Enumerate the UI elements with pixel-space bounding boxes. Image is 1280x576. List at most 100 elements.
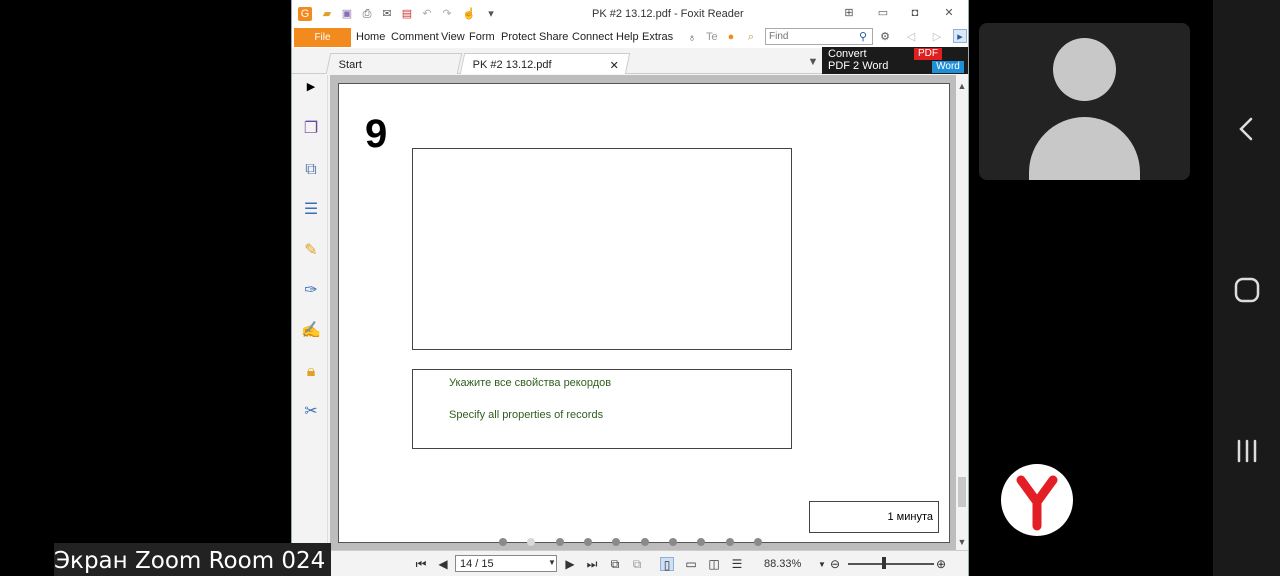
- menu-bar: File Home Comment View Form Protect Shar…: [292, 28, 968, 48]
- title-bar: G ▰ ▣ ⎙ ✉ ▤ ↶ ↷ ☝ ▾ PK #2 13.12.pdf - Fo…: [292, 0, 968, 28]
- print-icon[interactable]: ⎙: [360, 7, 374, 21]
- create-pdf-icon[interactable]: ▤: [400, 7, 414, 21]
- menu-connect[interactable]: Connect: [572, 31, 613, 43]
- menu-share[interactable]: Share: [539, 31, 568, 43]
- ribbon-options-icon[interactable]: ⊞: [842, 6, 856, 20]
- zoom-slider[interactable]: [848, 563, 934, 565]
- menu-comment[interactable]: Comment: [391, 31, 439, 43]
- restore-button[interactable]: ◘: [908, 6, 922, 20]
- navigation-pane: ▶ ❐ ⧉ ☰ ✎ ✑ ✍ 🔒︎ ✂: [292, 75, 328, 550]
- first-page-icon[interactable]: ⏮: [414, 557, 428, 571]
- zoom-in-icon[interactable]: ⊕: [934, 557, 948, 571]
- minimize-button[interactable]: ▭: [876, 6, 890, 20]
- expand-pane-icon[interactable]: ▶: [301, 77, 321, 97]
- customize-toolbar-icon[interactable]: ▾: [484, 7, 498, 21]
- bookmarks-icon[interactable]: ❐: [301, 119, 321, 139]
- scroll-down-icon[interactable]: ▼: [955, 535, 969, 549]
- convert-ad-line1: Convert: [828, 48, 867, 60]
- menu-protect[interactable]: Protect: [501, 31, 536, 43]
- tab-close-icon[interactable]: ✕: [609, 59, 618, 72]
- vertical-scrollbar[interactable]: ▲ ▼: [956, 75, 968, 550]
- comments-icon[interactable]: ✎: [301, 241, 321, 261]
- tab-list-dropdown-icon[interactable]: ▼: [806, 55, 820, 69]
- page-indicator-dot[interactable]: [669, 538, 677, 546]
- previous-view-icon[interactable]: ⧉: [608, 557, 622, 571]
- tab-document[interactable]: PK #2 13.12.pdf ✕: [459, 53, 631, 74]
- page-indicator-dot[interactable]: [754, 538, 762, 546]
- search-settings-icon[interactable]: ⚙: [878, 30, 892, 44]
- page-indicator-dot[interactable]: [641, 538, 649, 546]
- page-indicator-dot-active[interactable]: [527, 538, 535, 546]
- page-number-input[interactable]: [455, 555, 557, 572]
- file-menu-button[interactable]: File: [294, 28, 351, 47]
- previous-page-icon[interactable]: ◀: [436, 557, 450, 571]
- zoom-level[interactable]: 88.33%: [764, 558, 801, 570]
- security-lock-icon[interactable]: 🔒︎: [301, 362, 321, 382]
- find-previous-icon[interactable]: ◁: [904, 30, 918, 44]
- find-next-icon[interactable]: ▷: [930, 30, 944, 44]
- page-indicator-dot[interactable]: [584, 538, 592, 546]
- participant-video-tile[interactable]: [979, 23, 1190, 180]
- screen: G ▰ ▣ ⎙ ✉ ▤ ↶ ↷ ☝ ▾ PK #2 13.12.pdf - Fo…: [0, 0, 1280, 576]
- tab-start[interactable]: Start: [325, 53, 463, 74]
- content-tools-icon[interactable]: ✂: [301, 402, 321, 422]
- feedback-icon[interactable]: ●: [724, 30, 738, 44]
- page-indicator-dot[interactable]: [556, 538, 564, 546]
- tell-me-bulb-icon[interactable]: ♁: [685, 31, 699, 45]
- page-indicator-dot[interactable]: [726, 538, 734, 546]
- ribbon-expand-icon[interactable]: ▸: [953, 29, 967, 43]
- search-tool-icon[interactable]: ⌕: [744, 30, 758, 44]
- document-area: 9 Укажите все свойства рекордов Specify …: [330, 75, 956, 550]
- hand-tool-icon[interactable]: ☝: [462, 7, 476, 21]
- facing-pages-icon[interactable]: ◫: [707, 557, 721, 571]
- android-navigation-bar: [1213, 0, 1280, 576]
- yandex-browser-icon[interactable]: [1001, 464, 1073, 536]
- search-icon[interactable]: ⚲: [856, 30, 870, 44]
- convert-ad-line2: PDF 2 Word: [828, 60, 889, 72]
- foxit-logo-icon: G: [298, 7, 312, 21]
- menu-home[interactable]: Home: [356, 31, 385, 43]
- status-bar: ⏮ ◀ ▼ ▶ ⏭ ⧉ ⧉ ▯ ▭ ◫ ☰ 88.33% ▼ ⊖ ⊕: [292, 550, 968, 576]
- undo-icon[interactable]: ↶: [420, 7, 434, 21]
- question-russian: Укажите все свойства рекордов: [449, 377, 612, 389]
- zoom-dropdown-icon[interactable]: ▼: [815, 558, 829, 572]
- page-indicator-dot[interactable]: [499, 538, 507, 546]
- avatar-body: [1029, 117, 1140, 180]
- next-page-icon[interactable]: ▶: [563, 557, 577, 571]
- tab-bar: Start PK #2 13.12.pdf ✕ ▼: [292, 49, 822, 74]
- menu-form[interactable]: Form: [469, 31, 495, 43]
- pages-icon[interactable]: ⧉: [301, 160, 321, 180]
- single-page-icon[interactable]: ▯: [660, 557, 674, 572]
- last-page-icon[interactable]: ⏭: [585, 557, 599, 571]
- save-icon[interactable]: ▣: [340, 7, 354, 21]
- signatures-icon[interactable]: ✍: [301, 321, 321, 341]
- open-folder-icon[interactable]: ▰: [320, 7, 334, 21]
- continuous-page-icon[interactable]: ▭: [684, 557, 698, 571]
- page-dropdown-icon[interactable]: ▼: [545, 556, 559, 570]
- page-indicator-dot[interactable]: [612, 538, 620, 546]
- image-placeholder-box: [412, 148, 792, 350]
- redo-icon[interactable]: ↷: [440, 7, 454, 21]
- menu-view[interactable]: View: [441, 31, 465, 43]
- page-indicator-dot[interactable]: [697, 538, 705, 546]
- scrollbar-thumb[interactable]: [958, 477, 966, 507]
- layers-icon[interactable]: ☰: [301, 200, 321, 220]
- menu-help[interactable]: Help: [616, 31, 639, 43]
- tell-me-field[interactable]: Te: [706, 31, 718, 43]
- home-icon[interactable]: [1233, 276, 1261, 304]
- pdf-badge: PDF: [914, 48, 942, 60]
- window-title: PK #2 13.12.pdf - Foxit Reader: [592, 8, 744, 20]
- zoom-out-icon[interactable]: ⊖: [828, 557, 842, 571]
- email-icon[interactable]: ✉: [380, 7, 394, 21]
- zoom-slider-thumb[interactable]: [882, 557, 886, 569]
- continuous-facing-icon[interactable]: ☰: [730, 557, 744, 571]
- attachments-icon[interactable]: ✑: [301, 281, 321, 301]
- scroll-up-icon[interactable]: ▲: [955, 79, 969, 93]
- back-icon[interactable]: [1233, 115, 1261, 143]
- menu-extras[interactable]: Extras: [642, 31, 673, 43]
- recent-apps-icon[interactable]: [1233, 437, 1261, 465]
- tab-document-label: PK #2 13.12.pdf: [472, 59, 552, 71]
- next-view-icon[interactable]: ⧉: [630, 557, 644, 571]
- convert-pdf-to-word-ad[interactable]: Convert PDF 2 Word PDF Word: [822, 47, 968, 74]
- close-window-button[interactable]: ✕: [942, 6, 956, 20]
